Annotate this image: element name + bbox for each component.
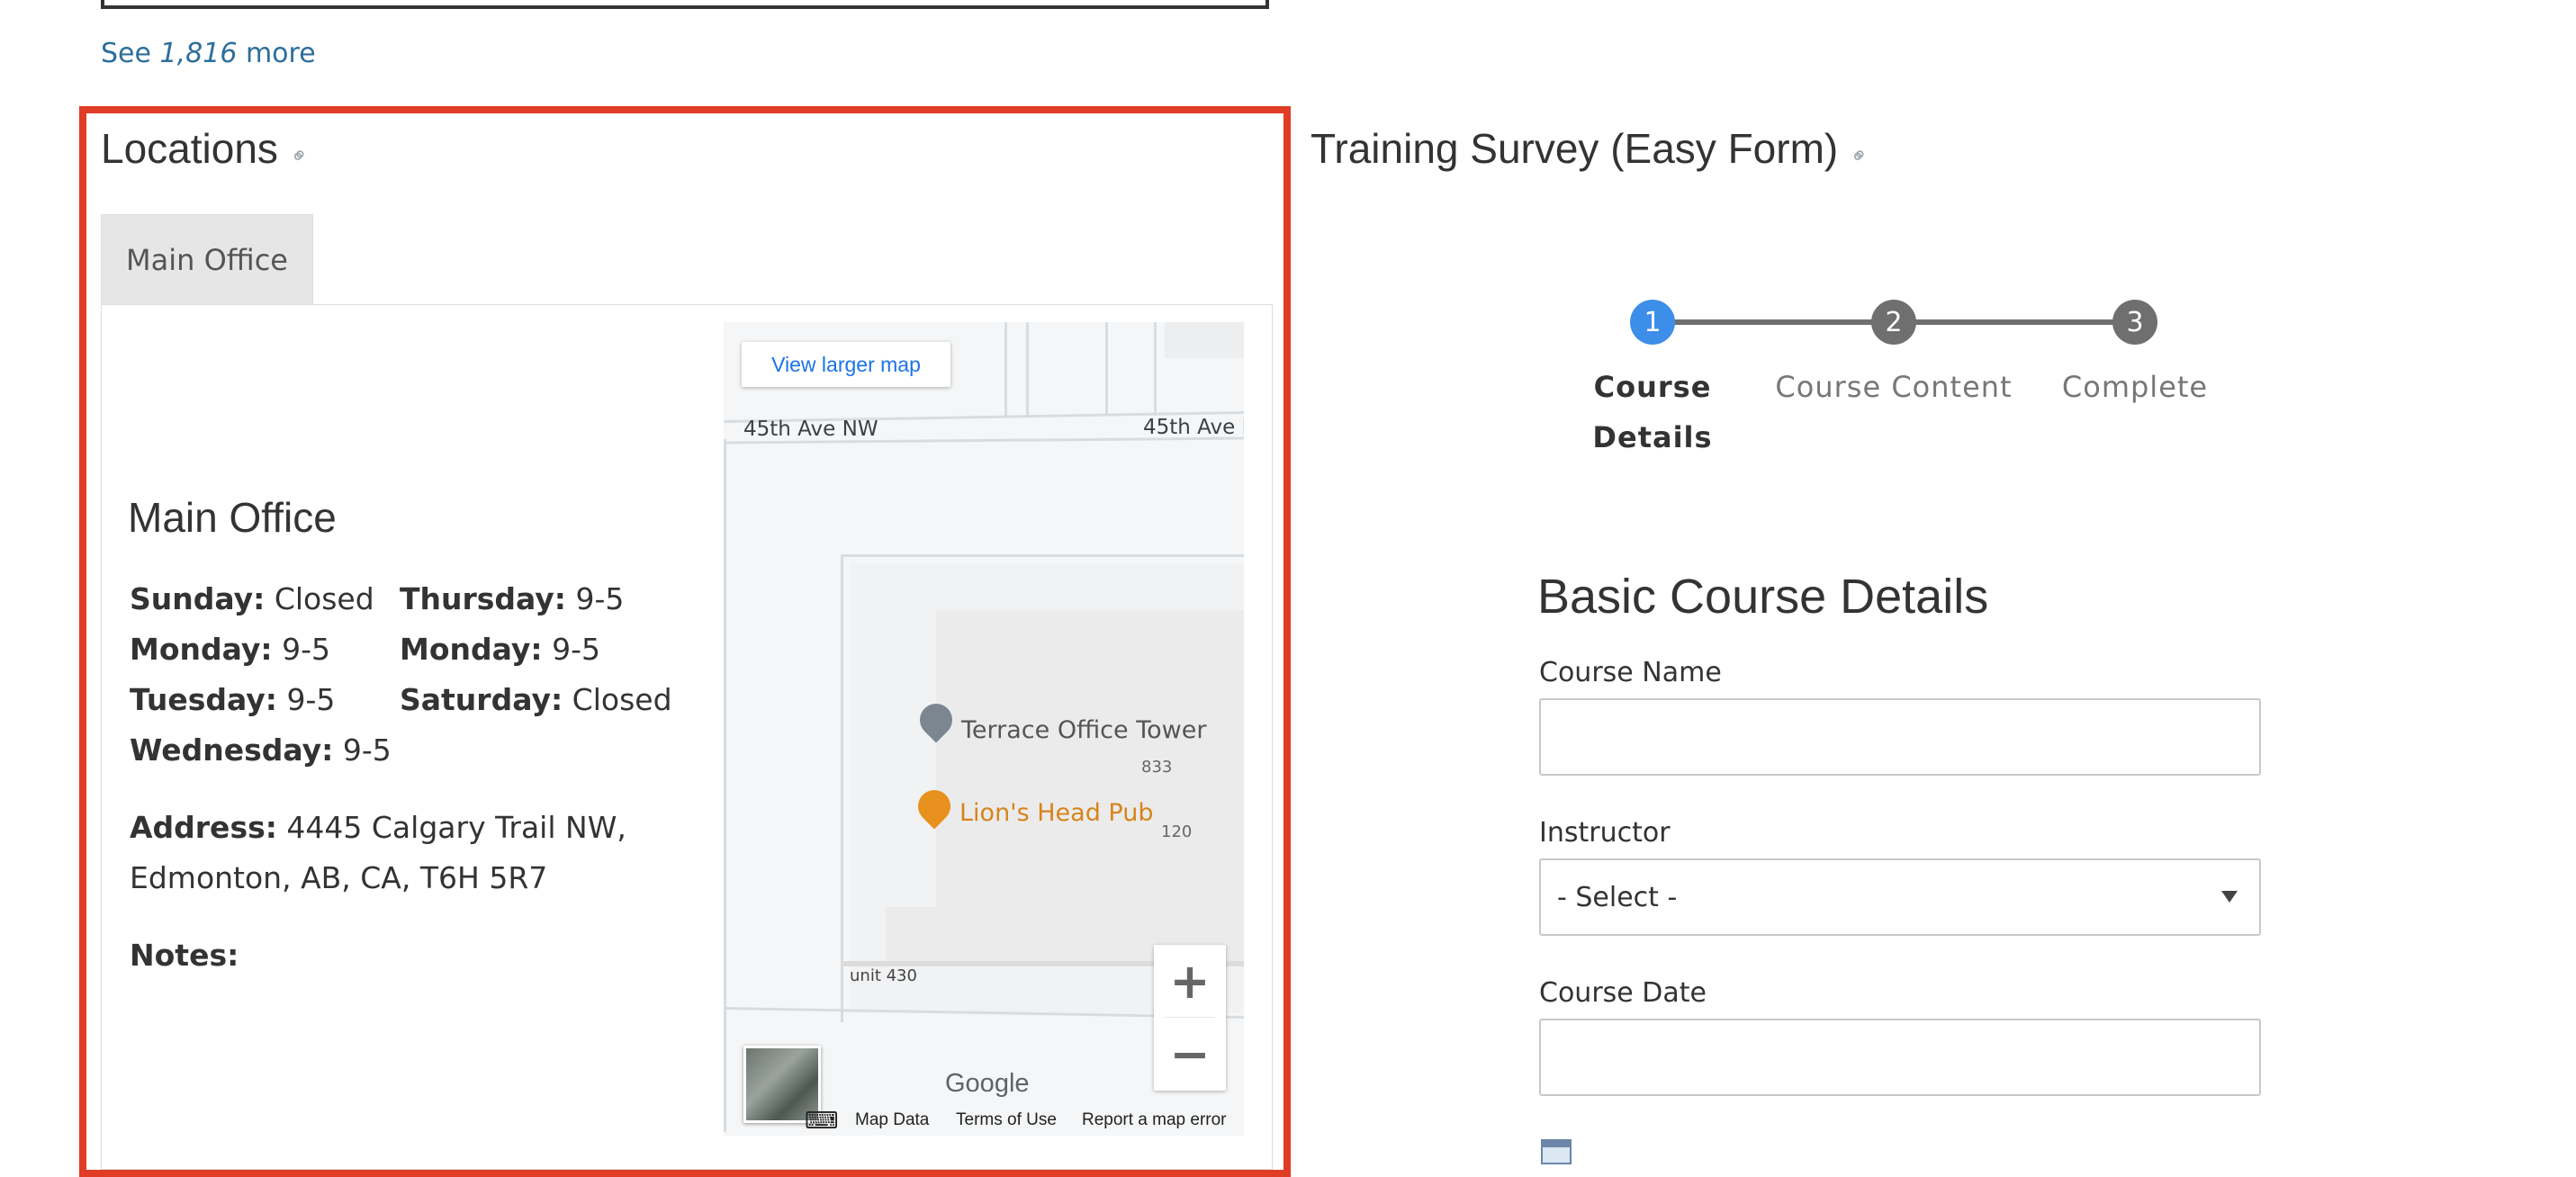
instructor-selected-value: - Select - [1557,881,1678,913]
see-more-suffix: more [245,38,316,69]
calendar-icon[interactable] [1541,1139,1572,1164]
step-3-circle: 3 [2112,300,2157,345]
see-more-count: 1,816 [159,38,238,69]
step-1-label-line1: Course [1593,370,1712,404]
instructor-label: Instructor [1539,817,1671,849]
step-3-label: Complete [2061,370,2209,404]
step-1-label: Course Details [1563,362,1743,463]
course-name-label: Course Name [1539,657,1722,688]
step-1-label-line2: Details [1592,420,1713,454]
see-more-prefix: See [101,38,151,69]
previous-section-box [101,0,1269,9]
stepper-line [1894,319,2135,325]
course-date-input[interactable] [1539,1019,2261,1096]
course-name-input[interactable] [1539,698,2261,776]
link-icon[interactable]: ⚭ [1844,140,1876,172]
instructor-select[interactable]: - Select - [1539,858,2261,936]
step-2-circle: 2 [1871,300,1916,345]
highlight-frame [79,106,1291,1177]
chevron-down-icon [2221,891,2238,903]
form-title: Basic Course Details [1537,570,1989,624]
stepper-line [1653,319,1894,325]
survey-title: Training Survey (Easy Form) [1311,125,1839,172]
step-1-circle: 1 [1630,300,1675,345]
course-date-label: Course Date [1539,977,1707,1009]
see-more-link[interactable]: See 1,816 more [101,38,316,69]
survey-heading: Training Survey (Easy Form) ⚭ [1311,124,1875,173]
step-2-label: Course Content [1775,370,2013,404]
